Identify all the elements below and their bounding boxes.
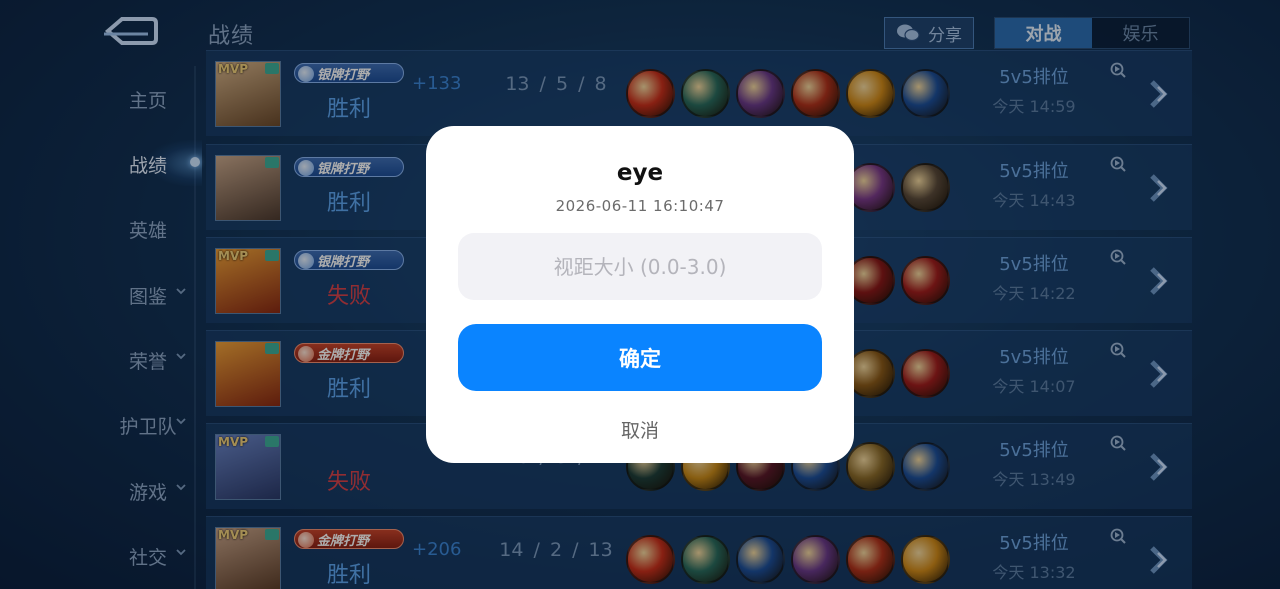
- confirm-button[interactable]: 确定: [458, 324, 822, 391]
- cancel-button[interactable]: 取消: [590, 412, 690, 446]
- view-distance-input[interactable]: [458, 233, 822, 300]
- dialog-timestamp: 2026-06-11 16:10:47: [555, 197, 725, 215]
- dialog: eye 2026-06-11 16:10:47 确定 取消: [426, 126, 854, 463]
- dialog-title: eye: [616, 160, 664, 186]
